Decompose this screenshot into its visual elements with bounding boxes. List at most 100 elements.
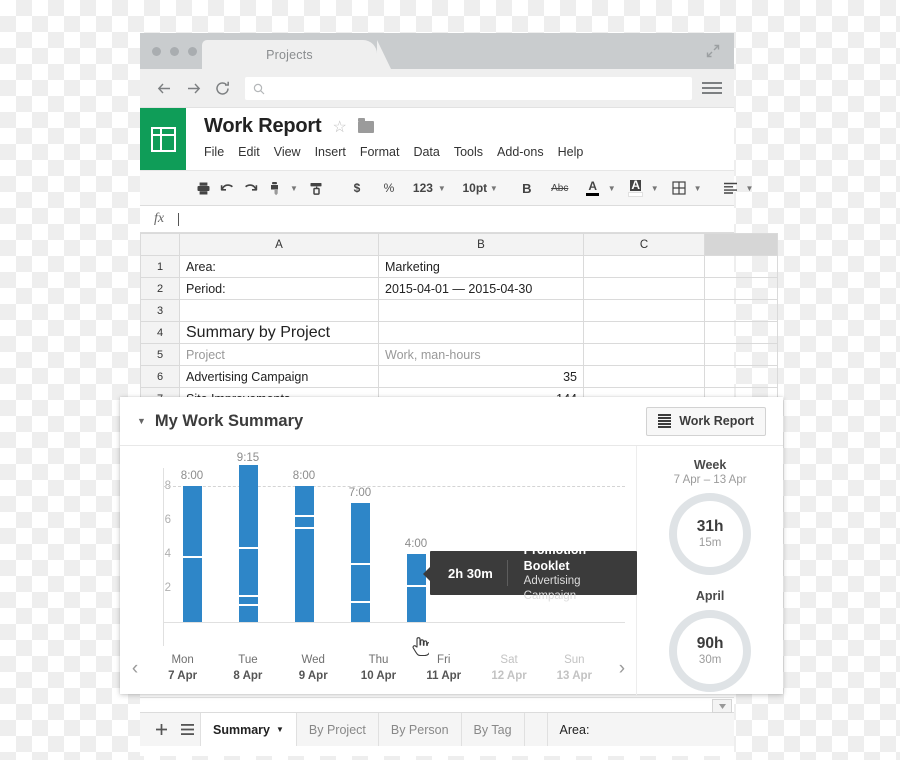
cell-a1[interactable]: Area: [179,255,379,278]
folder-icon[interactable] [357,117,374,133]
cell-d4[interactable] [704,321,778,344]
cell-a4[interactable]: Summary by Project [179,321,379,344]
menu-item-addons[interactable]: Add-ons [497,145,544,159]
triangle-down-icon[interactable]: ▼ [137,416,146,426]
row-header-2[interactable]: 2 [140,277,180,300]
column-header-c[interactable]: C [583,233,705,256]
day-sun[interactable]: Sun 13 Apr [542,653,607,684]
cell-c2[interactable] [583,277,705,300]
cell-b5[interactable]: Work, man-hours [378,343,584,366]
sheet-tab-summary[interactable]: Summary ▼ [200,713,297,746]
window-traffic-lights[interactable] [152,47,197,56]
bar-thu[interactable] [351,503,370,622]
chevron-left-icon[interactable]: ‹ [120,658,150,680]
minimize-window-dot[interactable] [170,47,179,56]
menu-item-file[interactable]: File [204,145,224,159]
print-icon[interactable] [192,177,214,199]
strikethrough-button[interactable]: Abc [549,177,571,199]
align-left-icon[interactable] [720,177,742,199]
hamburger-menu-icon[interactable] [702,82,722,94]
sheet-tab-by-person[interactable]: By Person [379,713,462,746]
menu-item-data[interactable]: Data [413,145,439,159]
paint-format-caret-icon[interactable]: ▼ [290,184,298,193]
cell-a5[interactable]: Project [179,343,379,366]
work-report-button[interactable]: Work Report [646,406,766,436]
day-sat[interactable]: Sat 12 Apr [476,653,541,684]
chevron-right-icon[interactable]: › [607,658,637,680]
reload-icon[interactable] [210,76,234,100]
cell-b2[interactable]: 2015-04-01 — 2015-04-30 [378,277,584,300]
column-header-b[interactable]: B [378,233,584,256]
menu-item-view[interactable]: View [274,145,301,159]
add-sheet-icon[interactable] [148,723,174,736]
cell-b3[interactable] [378,299,584,322]
borders-caret-icon[interactable]: ▼ [694,184,702,193]
number-format-button[interactable]: 123 [412,177,434,199]
back-arrow-icon[interactable] [152,76,176,100]
bold-button[interactable]: B [516,177,538,199]
scroll-dropdown-icon[interactable] [712,699,732,713]
text-color-caret-icon[interactable]: ▼ [608,184,616,193]
cell-d6[interactable] [704,365,778,388]
star-outline-icon[interactable]: ☆ [332,117,346,137]
horizontal-scroll-row[interactable] [140,697,734,713]
cell-b6[interactable]: 35 [378,365,584,388]
percent-format-button[interactable]: % [378,177,400,199]
column-header-a[interactable]: A [179,233,379,256]
currency-format-button[interactable]: $ [346,177,368,199]
menu-item-tools[interactable]: Tools [454,145,483,159]
column-header-d[interactable] [704,233,778,256]
menu-item-format[interactable]: Format [360,145,400,159]
all-sheets-icon[interactable] [174,724,200,735]
cell-c5[interactable] [583,343,705,366]
text-color-button[interactable]: A [582,177,604,199]
row-header-1[interactable]: 1 [140,255,180,278]
sheet-tab-by-tag[interactable]: By Tag [462,713,525,746]
menu-item-edit[interactable]: Edit [238,145,260,159]
chevron-down-icon[interactable]: ▼ [276,725,284,734]
cell-b4[interactable] [378,321,584,344]
number-format-caret-icon[interactable]: ▼ [438,184,446,193]
cell-a6[interactable]: Advertising Campaign [179,365,379,388]
forward-arrow-icon[interactable] [181,76,205,100]
borders-icon[interactable] [668,177,690,199]
day-fri[interactable]: Fri 11 Apr [411,653,476,684]
select-all-corner[interactable] [140,233,180,256]
formula-bar[interactable]: fx [140,206,734,233]
maximize-window-dot[interactable] [188,47,197,56]
row-header-4[interactable]: 4 [140,321,180,344]
cell-c4[interactable] [583,321,705,344]
row-header-6[interactable]: 6 [140,365,180,388]
row-header-3[interactable]: 3 [140,299,180,322]
cell-d1[interactable] [704,255,778,278]
menu-item-insert[interactable]: Insert [315,145,346,159]
cell-d2[interactable] [704,277,778,300]
expand-icon[interactable] [706,44,720,58]
browser-tab-projects[interactable]: Projects [202,40,391,69]
font-size-button[interactable]: 10pt [463,177,488,199]
undo-icon[interactable] [216,177,238,199]
paint-format-icon[interactable] [264,177,286,199]
page-title[interactable]: Work Report [204,115,322,138]
row-header-5[interactable]: 5 [140,343,180,366]
bar-fri[interactable] [407,554,426,622]
redo-icon[interactable] [240,177,262,199]
day-tue[interactable]: Tue 8 Apr [215,653,280,684]
cell-c3[interactable] [583,299,705,322]
day-mon[interactable]: Mon 7 Apr [150,653,215,684]
day-thu[interactable]: Thu 10 Apr [346,653,411,684]
bar-tue[interactable] [239,465,258,622]
cell-a3[interactable] [179,299,379,322]
address-bar[interactable] [245,76,692,100]
font-size-caret-icon[interactable]: ▼ [490,184,498,193]
day-wed[interactable]: Wed 9 Apr [281,653,346,684]
sheet-tab-by-project[interactable]: By Project [297,713,379,746]
cell-c6[interactable] [583,365,705,388]
cell-a2[interactable]: Period: [179,277,379,300]
paint-roller-icon[interactable] [306,177,328,199]
fill-color-caret-icon[interactable]: ▼ [651,184,659,193]
close-window-dot[interactable] [152,47,161,56]
bar-wed[interactable] [295,486,314,622]
fill-color-button[interactable]: A [625,177,647,199]
bar-mon[interactable] [183,486,202,622]
